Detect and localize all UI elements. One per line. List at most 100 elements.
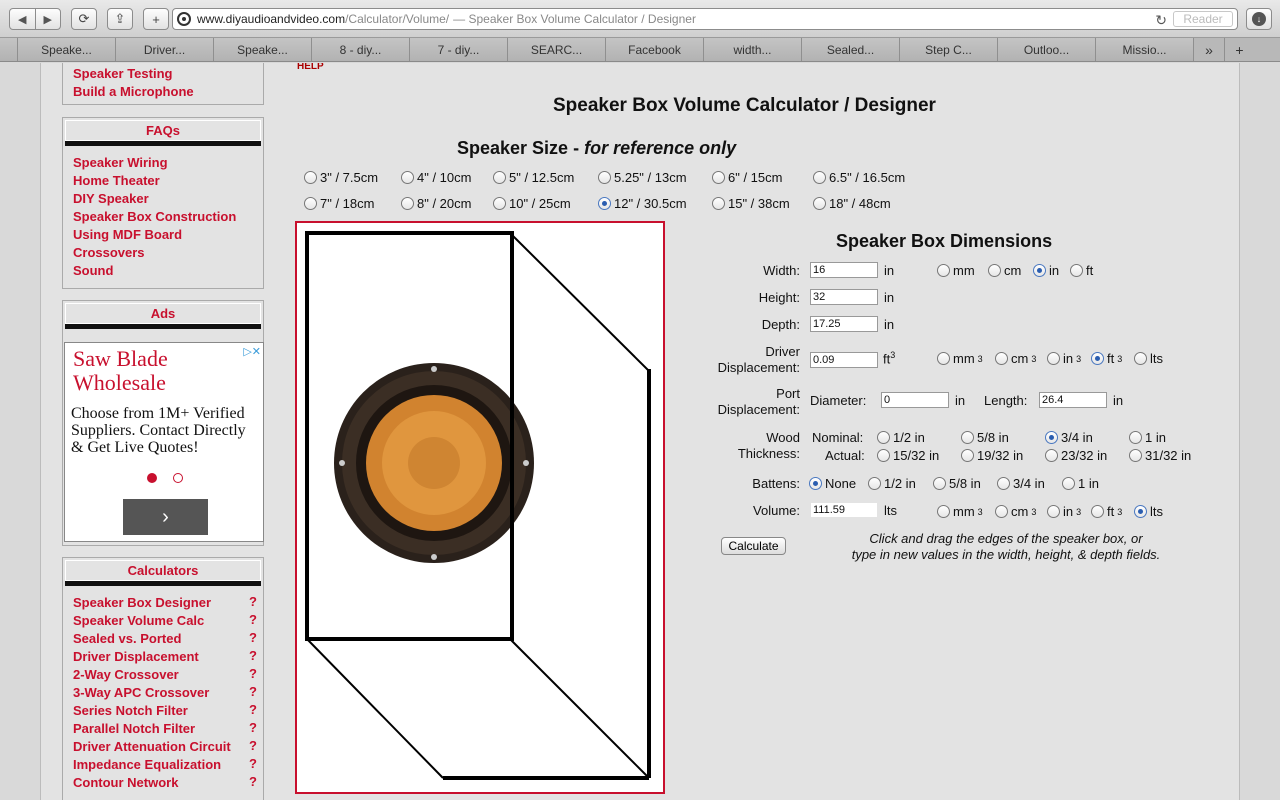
- size-radio[interactable]: [493, 197, 506, 210]
- length-unit-option[interactable]: in: [1033, 263, 1059, 278]
- unit-radio[interactable]: [937, 264, 950, 277]
- carousel-dot[interactable]: [173, 473, 183, 483]
- width-field[interactable]: 16: [810, 262, 878, 278]
- size-option[interactable]: 8" / 20cm: [401, 196, 471, 211]
- help-mark[interactable]: ?: [249, 720, 257, 738]
- unit-radio[interactable]: [1047, 505, 1060, 518]
- faq-link[interactable]: Using MDF Board: [63, 226, 263, 244]
- help-mark[interactable]: ?: [249, 774, 257, 792]
- wood-option[interactable]: 19/32 in: [961, 448, 1023, 463]
- volume-unit-option[interactable]: cm 3: [995, 504, 1036, 519]
- size-radio[interactable]: [493, 171, 506, 184]
- battens-option[interactable]: 1 in: [1062, 476, 1099, 491]
- tab[interactable]: width...: [704, 38, 802, 61]
- calculator-link[interactable]: 3-Way APC Crossover: [63, 684, 209, 702]
- volume-unit-option[interactable]: lts: [1134, 351, 1163, 366]
- unit-radio[interactable]: [995, 352, 1008, 365]
- tab[interactable]: Speake...: [18, 38, 116, 61]
- tab[interactable]: Driver...: [116, 38, 214, 61]
- tab[interactable]: Missio...: [1096, 38, 1194, 61]
- calculator-link[interactable]: Driver Attenuation Circuit: [63, 738, 231, 756]
- calculate-button[interactable]: Calculate: [721, 537, 786, 555]
- new-tab-icon[interactable]: +: [143, 8, 169, 30]
- size-radio[interactable]: [813, 197, 826, 210]
- size-option[interactable]: 5" / 12.5cm: [493, 170, 574, 185]
- height-field[interactable]: 32: [810, 289, 878, 305]
- downloads-button[interactable]: ↓: [1246, 8, 1272, 30]
- faq-link[interactable]: Speaker Box Construction: [63, 208, 263, 226]
- unit-radio[interactable]: [937, 352, 950, 365]
- tab[interactable]: Facebook: [606, 38, 704, 61]
- ad-unit[interactable]: ▷✕ Saw Blade Wholesale Choose from 1M+ V…: [64, 342, 264, 542]
- unit-radio-selected[interactable]: [1033, 264, 1046, 277]
- wood-option[interactable]: 31/32 in: [1129, 448, 1191, 463]
- calculator-link[interactable]: Contour Network: [63, 774, 178, 792]
- size-option[interactable]: 18" / 48cm: [813, 196, 891, 211]
- wood-radio[interactable]: [1045, 449, 1058, 462]
- size-option[interactable]: 4" / 10cm: [401, 170, 471, 185]
- size-option[interactable]: 15" / 38cm: [712, 196, 790, 211]
- help-mark[interactable]: ?: [249, 684, 257, 702]
- url-bar[interactable]: www.diyaudioandvideo.com /Calculator/Vol…: [172, 8, 1238, 30]
- more-tabs-icon[interactable]: »: [1194, 38, 1224, 61]
- volume-unit-option[interactable]: ft 3: [1091, 504, 1122, 519]
- calculator-link[interactable]: Parallel Notch Filter: [63, 720, 195, 738]
- size-radio[interactable]: [813, 171, 826, 184]
- unit-radio[interactable]: [1047, 352, 1060, 365]
- size-radio[interactable]: [304, 197, 317, 210]
- wood-option[interactable]: 5/8 in: [961, 430, 1009, 445]
- unit-radio-selected[interactable]: [1091, 352, 1104, 365]
- battens-radio[interactable]: [933, 477, 946, 490]
- wood-radio[interactable]: [1129, 449, 1142, 462]
- tab[interactable]: Speake...: [214, 38, 312, 61]
- tab[interactable]: 8 - diy...: [312, 38, 410, 61]
- volume-unit-option[interactable]: in 3: [1047, 351, 1081, 366]
- tab[interactable]: SEARC...: [508, 38, 606, 61]
- unit-radio[interactable]: [988, 264, 1001, 277]
- battens-option[interactable]: 3/4 in: [997, 476, 1045, 491]
- volume-unit-option[interactable]: lts: [1134, 504, 1163, 519]
- help-mark[interactable]: ?: [249, 630, 257, 648]
- ad-next-button[interactable]: ›: [123, 499, 208, 535]
- battens-radio[interactable]: [997, 477, 1010, 490]
- battens-option[interactable]: 5/8 in: [933, 476, 981, 491]
- tab[interactable]: Sealed...: [802, 38, 900, 61]
- tab[interactable]: Step C...: [900, 38, 998, 61]
- unit-radio[interactable]: [937, 505, 950, 518]
- help-mark[interactable]: ?: [249, 666, 257, 684]
- volume-unit-option[interactable]: mm 3: [937, 504, 983, 519]
- size-radio[interactable]: [401, 197, 414, 210]
- faq-link[interactable]: Sound: [63, 262, 263, 280]
- length-unit-option[interactable]: cm: [988, 263, 1021, 278]
- wood-option[interactable]: 1/2 in: [877, 430, 925, 445]
- carousel-dot[interactable]: [147, 473, 157, 483]
- unit-radio[interactable]: [1091, 505, 1104, 518]
- help-mark[interactable]: ?: [249, 702, 257, 720]
- size-option[interactable]: 12" / 30.5cm: [598, 196, 687, 211]
- unit-radio[interactable]: [1134, 352, 1147, 365]
- size-option[interactable]: 10" / 25cm: [493, 196, 571, 211]
- unit-radio[interactable]: [1070, 264, 1083, 277]
- help-mark[interactable]: ?: [249, 612, 257, 630]
- diameter-field[interactable]: 0: [881, 392, 949, 408]
- back-icon[interactable]: ◀: [10, 9, 36, 29]
- volume-unit-option[interactable]: cm 3: [995, 351, 1036, 366]
- tab[interactable]: Outloo...: [998, 38, 1096, 61]
- size-option[interactable]: 3" / 7.5cm: [304, 170, 378, 185]
- forward-icon[interactable]: ▶: [36, 9, 61, 29]
- calculator-link[interactable]: Speaker Box Designer: [63, 594, 211, 612]
- length-unit-option[interactable]: mm: [937, 263, 975, 278]
- size-radio[interactable]: [712, 197, 725, 210]
- sidebar-link[interactable]: Build a Microphone: [63, 83, 263, 101]
- speaker-box-drawing[interactable]: [297, 223, 663, 792]
- size-radio[interactable]: [712, 171, 725, 184]
- share-icon[interactable]: ⇪: [107, 8, 133, 30]
- size-option[interactable]: 5.25" / 13cm: [598, 170, 687, 185]
- wood-radio[interactable]: [877, 431, 890, 444]
- help-mark[interactable]: ?: [249, 648, 257, 666]
- calculator-link[interactable]: Speaker Volume Calc: [63, 612, 204, 630]
- unit-radio[interactable]: [995, 505, 1008, 518]
- battens-radio-selected[interactable]: [809, 477, 822, 490]
- add-tab-icon[interactable]: +: [1224, 38, 1254, 61]
- tab[interactable]: 7 - diy...: [410, 38, 508, 61]
